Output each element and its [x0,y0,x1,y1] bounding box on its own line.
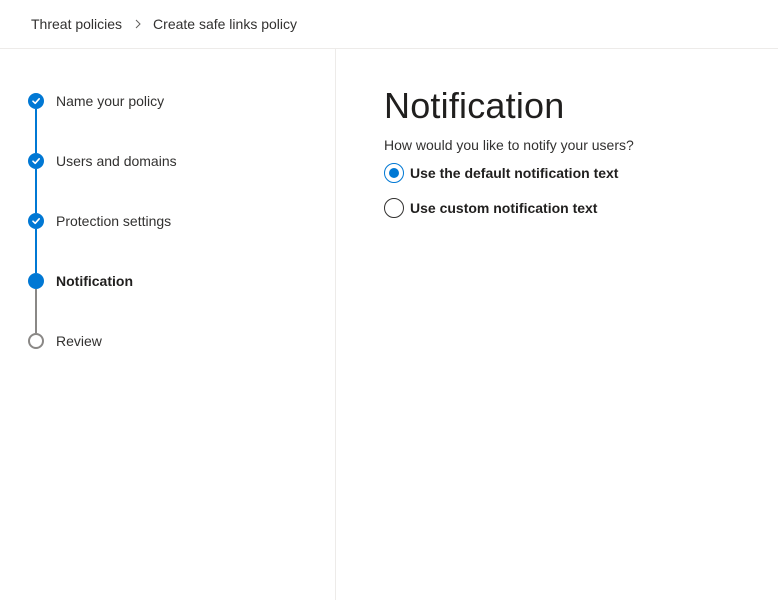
pending-step-icon [28,333,44,349]
wizard-step-label: Name your policy [56,93,165,109]
wizard-step-name-your-policy[interactable]: Name your policy [28,93,164,109]
radio-option-default-notification[interactable]: Use the default notification text [384,163,618,183]
radio-dot [389,168,399,178]
wizard-step-users-and-domains[interactable]: Users and domains [28,153,177,169]
step-connector [35,289,37,333]
checkmark-icon [28,153,44,169]
notification-question: How would you like to notify your users? [384,137,634,153]
radio-option-custom-notification[interactable]: Use custom notification text [384,198,597,218]
breadcrumb-item-threat-policies[interactable]: Threat policies [31,16,122,32]
checkmark-icon [28,93,44,109]
radio-label: Use the default notification text [410,165,619,181]
radio-label: Use custom notification text [410,200,598,216]
step-connector [35,229,37,273]
page-title: Notification [384,85,565,126]
wizard-step-notification[interactable]: Notification [28,273,133,289]
radio-button[interactable] [384,198,404,218]
step-connector [35,109,37,153]
step-connector [35,169,37,213]
wizard-step-label: Notification [56,273,133,289]
wizard-step-protection-settings[interactable]: Protection settings [28,213,171,229]
current-step-icon [28,273,44,289]
radio-button-selected[interactable] [384,163,404,183]
chevron-right-icon [133,19,143,29]
breadcrumb: Threat policies Create safe links policy [0,0,778,49]
wizard-step-label: Protection settings [56,213,172,229]
checkmark-icon [28,213,44,229]
wizard-step-pane: Name your policy Users and domains Prote… [0,49,336,600]
breadcrumb-item-create-safe-links-policy: Create safe links policy [153,16,297,32]
wizard-step-label: Users and domains [56,153,177,169]
wizard-step-review[interactable]: Review [28,333,102,349]
wizard-step-label: Review [56,333,102,349]
